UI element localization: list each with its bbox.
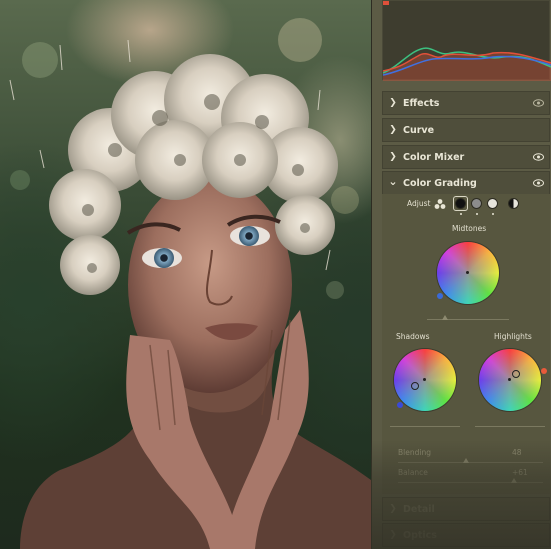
blending-slider[interactable] — [398, 462, 543, 463]
blending-value[interactable]: 48 — [512, 448, 522, 457]
color-grading-body: Adjust Midtones Shadows Highlights Blend… — [382, 194, 550, 494]
section-curve[interactable]: ❯ Curve — [382, 118, 550, 142]
global-circle-icon[interactable] — [508, 198, 519, 209]
shadows-circle-icon[interactable] — [455, 198, 466, 209]
midtones-label: Midtones — [452, 224, 487, 233]
eye-icon[interactable] — [533, 99, 544, 107]
section-label: Color Mixer — [403, 151, 465, 163]
highlights-circle-icon[interactable] — [487, 198, 498, 209]
shadows-luminance-slider[interactable] — [390, 426, 460, 427]
chevron-down-icon: ⌄ — [388, 174, 398, 188]
midtones-slider-thumb[interactable] — [442, 315, 448, 320]
chevron-right-icon: ❯ — [389, 530, 397, 540]
highlights-hue-handle[interactable] — [541, 368, 547, 374]
midtones-color-wheel[interactable] — [437, 242, 499, 304]
wheel-center — [508, 378, 511, 381]
shadows-label: Shadows — [396, 332, 430, 341]
balance-slider-thumb[interactable] — [511, 478, 517, 483]
balance-label: Balance — [398, 468, 428, 477]
chevron-right-icon: ❯ — [389, 125, 397, 135]
highlights-luminance-slider[interactable] — [475, 426, 545, 427]
portrait-image — [9, 18, 371, 549]
balance-value[interactable]: +61 — [512, 468, 528, 477]
section-label: Curve — [403, 124, 435, 136]
blending-label: Blending — [398, 448, 431, 457]
section-label: Detail — [403, 503, 435, 515]
section-color-grading[interactable]: ⌄ Color Grading — [382, 171, 550, 195]
histogram — [382, 0, 551, 81]
shadows-hue-handle[interactable] — [397, 402, 403, 408]
highlights-color-wheel[interactable] — [479, 349, 541, 411]
chevron-right-icon: ❯ — [389, 504, 397, 514]
section-optics[interactable]: ❯ Optics — [382, 523, 550, 547]
chevron-right-icon: ❯ — [389, 152, 397, 162]
photo-canvas[interactable] — [0, 0, 371, 549]
eye-icon[interactable] — [533, 179, 544, 187]
midtones-hue-handle[interactable] — [437, 293, 443, 299]
section-detail[interactable]: ❯ Detail — [382, 497, 550, 521]
shadows-point[interactable] — [411, 382, 419, 390]
edit-panel: ❯ Effects ❯ Curve ❯ Color Mixer ⌄ Color … — [371, 0, 551, 549]
chevron-right-icon: ❯ — [389, 98, 397, 108]
wheel-center — [466, 271, 469, 274]
section-label: Optics — [403, 529, 437, 541]
wheel-center — [423, 378, 426, 381]
three-circles-icon[interactable] — [434, 198, 446, 210]
highlights-label: Highlights — [494, 332, 532, 341]
active-marker — [460, 213, 462, 215]
midtones-circle-icon[interactable] — [471, 198, 482, 209]
balance-slider[interactable] — [398, 482, 543, 483]
section-label: Effects — [403, 97, 440, 109]
adjust-marker — [476, 213, 478, 215]
section-label: Color Grading — [403, 177, 477, 189]
blending-slider-thumb[interactable] — [463, 458, 469, 463]
adjust-marker — [492, 213, 494, 215]
midtones-luminance-slider[interactable] — [427, 319, 509, 320]
highlights-point[interactable] — [512, 370, 520, 378]
section-color-mixer[interactable]: ❯ Color Mixer — [382, 145, 550, 169]
eye-icon[interactable] — [533, 153, 544, 161]
adjust-label: Adjust — [407, 199, 431, 208]
shadows-color-wheel[interactable] — [394, 349, 456, 411]
section-effects[interactable]: ❯ Effects — [382, 91, 550, 115]
